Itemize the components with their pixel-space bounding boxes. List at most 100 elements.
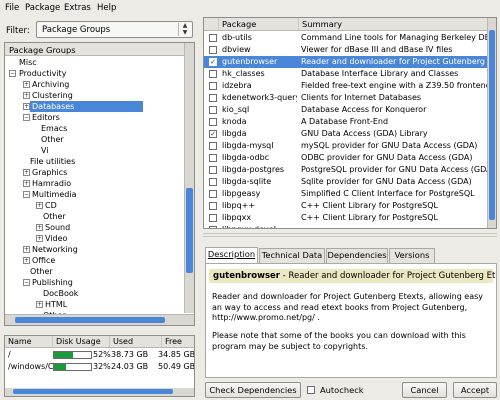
disk-header-name[interactable]: Name <box>5 336 53 348</box>
tree-node-archiving[interactable]: Archiving <box>32 79 69 90</box>
expand-icon[interactable]: + <box>23 257 30 264</box>
tree-horizontal-scrollbar[interactable] <box>5 314 194 325</box>
scroll-thumb[interactable] <box>186 188 193 273</box>
tree-node-file-utilities[interactable]: File utilities <box>30 156 75 167</box>
tree-node-misc[interactable]: Misc <box>19 57 37 68</box>
scroll-thumb[interactable] <box>15 317 165 323</box>
tree-node-vi[interactable]: Vi <box>41 145 49 156</box>
tree-node-hamradio[interactable]: Hamradio <box>32 178 71 189</box>
checkbox-icon[interactable] <box>209 82 217 90</box>
checkbox-icon[interactable] <box>209 166 217 174</box>
tree-node-productivity[interactable]: Productivity <box>19 68 66 79</box>
checked-checkbox-icon[interactable]: ✓ <box>209 130 217 138</box>
collapse-icon[interactable]: − <box>23 279 30 286</box>
expand-icon[interactable]: + <box>36 202 43 209</box>
package-row[interactable]: idzebra Fielded free-text engine with a Z… <box>204 80 488 92</box>
menu-extras[interactable]: Extras <box>64 3 91 13</box>
package-row[interactable]: hk_classes Database Interface Library and… <box>204 68 488 80</box>
tab-versions[interactable]: Versions <box>389 248 435 263</box>
tree-node-multimedia-other[interactable]: Other <box>43 211 66 222</box>
checkbox-icon[interactable] <box>209 226 217 228</box>
tree-node-networking[interactable]: Networking <box>32 244 78 255</box>
menu-file[interactable]: File <box>5 3 19 13</box>
tree-node-cd[interactable]: CD <box>45 200 57 211</box>
tree-node-databases[interactable]: Databases <box>30 101 143 112</box>
package-row[interactable]: dbview Viewer for dBase III and dBase IV … <box>204 44 488 56</box>
tab-dependencies[interactable]: Dependencies <box>326 248 388 263</box>
tree-node-productivity-other[interactable]: Other <box>30 266 53 277</box>
package-row[interactable]: libpgeasy Simplified C Client Interface f… <box>204 188 488 200</box>
disk-header-used[interactable]: Used <box>110 336 162 348</box>
checkbox-icon[interactable] <box>209 34 217 42</box>
filter-dropdown[interactable]: Package Groups ▲ ▼ <box>36 21 193 38</box>
package-column-header[interactable]: Package <box>219 18 299 31</box>
tree-node-office[interactable]: Office <box>32 255 55 266</box>
scroll-thumb[interactable] <box>13 389 173 394</box>
tree-node-docbook[interactable]: DocBook <box>43 288 78 299</box>
collapse-icon[interactable]: − <box>9 70 16 77</box>
package-row[interactable]: knoda A Database Front-End <box>204 116 488 128</box>
tree-node-graphics[interactable]: Graphics <box>32 167 67 178</box>
package-row[interactable]: libgda-odbc ODBC provider for GNU Data Ac… <box>204 152 488 164</box>
package-group-tree[interactable]: Package Groups Misc − Productivity + Arc… <box>4 42 195 326</box>
package-row[interactable]: libgda-postgres PostgreSQL provider for G… <box>204 164 488 176</box>
checkbox-icon[interactable] <box>209 106 217 114</box>
package-row[interactable]: libgda-sqlite Sqlite provider for GNU Dat… <box>204 176 488 188</box>
menu-help[interactable]: Help <box>97 3 116 13</box>
package-row[interactable]: libgda-mysql mySQL provider for GNU Data … <box>204 140 488 152</box>
package-row[interactable]: libpqxx C++ Client Library for PostgreSQL <box>204 212 488 224</box>
checkbox-icon[interactable] <box>209 142 217 150</box>
disk-header-free[interactable]: Free <box>162 336 194 348</box>
package-row[interactable]: libpq++ C++ Client Library for PostgreSQL <box>204 200 488 212</box>
tree-node-emacs[interactable]: Emacs <box>41 123 67 134</box>
collapse-icon[interactable]: − <box>23 191 30 198</box>
menu-package[interactable]: Package <box>25 3 60 13</box>
expand-icon[interactable]: + <box>23 103 30 110</box>
checkbox-icon[interactable] <box>209 154 217 162</box>
package-row[interactable]: kio_sql Database Access for Konqueror <box>204 104 488 116</box>
tree-vertical-scrollbar[interactable] <box>184 43 194 313</box>
expand-icon[interactable]: + <box>36 235 43 242</box>
expand-icon[interactable]: + <box>23 246 30 253</box>
checkbox-icon[interactable] <box>209 202 217 210</box>
expand-icon[interactable]: + <box>23 180 30 187</box>
checkbox-icon[interactable] <box>209 46 217 54</box>
package-row[interactable]: libpqxx-devel <box>204 224 488 228</box>
expand-icon[interactable]: + <box>23 92 30 99</box>
package-row[interactable]: db-utils Command Line tools for Managing … <box>204 32 488 44</box>
checkbox-icon[interactable] <box>209 214 217 222</box>
disk-horizontal-scrollbar[interactable] <box>5 388 194 396</box>
disk-header-usage[interactable]: Disk Usage <box>53 336 110 348</box>
checkbox-icon[interactable] <box>209 178 217 186</box>
tab-technical-data[interactable]: Technical Data <box>259 248 325 263</box>
checkbox-icon[interactable] <box>209 70 217 78</box>
pane-splitter[interactable] <box>203 233 497 237</box>
package-vertical-scrollbar[interactable] <box>487 18 496 228</box>
package-row[interactable]: kdenetwork3-query Clients for Internet Da… <box>204 92 488 104</box>
tree-node-html[interactable]: HTML <box>45 299 67 310</box>
tree-node-multimedia[interactable]: Multimedia <box>32 189 76 200</box>
checked-checkbox-icon[interactable]: ✓ <box>209 58 217 66</box>
tree-node-publishing[interactable]: Publishing <box>32 277 73 288</box>
expand-icon[interactable]: + <box>23 81 30 88</box>
tab-description[interactable]: Description <box>205 247 258 264</box>
checkbox-icon[interactable] <box>209 190 217 198</box>
tree-node-editors[interactable]: Editors <box>32 112 60 123</box>
expand-icon[interactable]: + <box>36 301 43 308</box>
tree-node-video[interactable]: Video <box>45 233 67 244</box>
expand-icon[interactable]: + <box>36 224 43 231</box>
package-row[interactable]: ✓ gutenbrowser Reader and downloader for P… <box>204 56 488 68</box>
checkbox-icon[interactable] <box>209 118 217 126</box>
cancel-button[interactable]: Cancel <box>402 382 447 398</box>
checkbox-column-header[interactable] <box>204 18 219 31</box>
package-list[interactable]: Package Summary db-utils Command Line too… <box>203 17 497 229</box>
tree-node-editors-other[interactable]: Other <box>41 134 64 145</box>
tree-node-clustering[interactable]: Clustering <box>32 90 73 101</box>
autocheck-checkbox[interactable] <box>307 386 315 394</box>
collapse-icon[interactable]: − <box>23 114 30 121</box>
expand-icon[interactable]: + <box>23 169 30 176</box>
scroll-thumb[interactable] <box>489 30 495 220</box>
tree-node-sound[interactable]: Sound <box>45 222 70 233</box>
check-dependencies-button[interactable]: Check Dependencies <box>205 382 301 398</box>
summary-column-header[interactable]: Summary <box>299 18 488 31</box>
